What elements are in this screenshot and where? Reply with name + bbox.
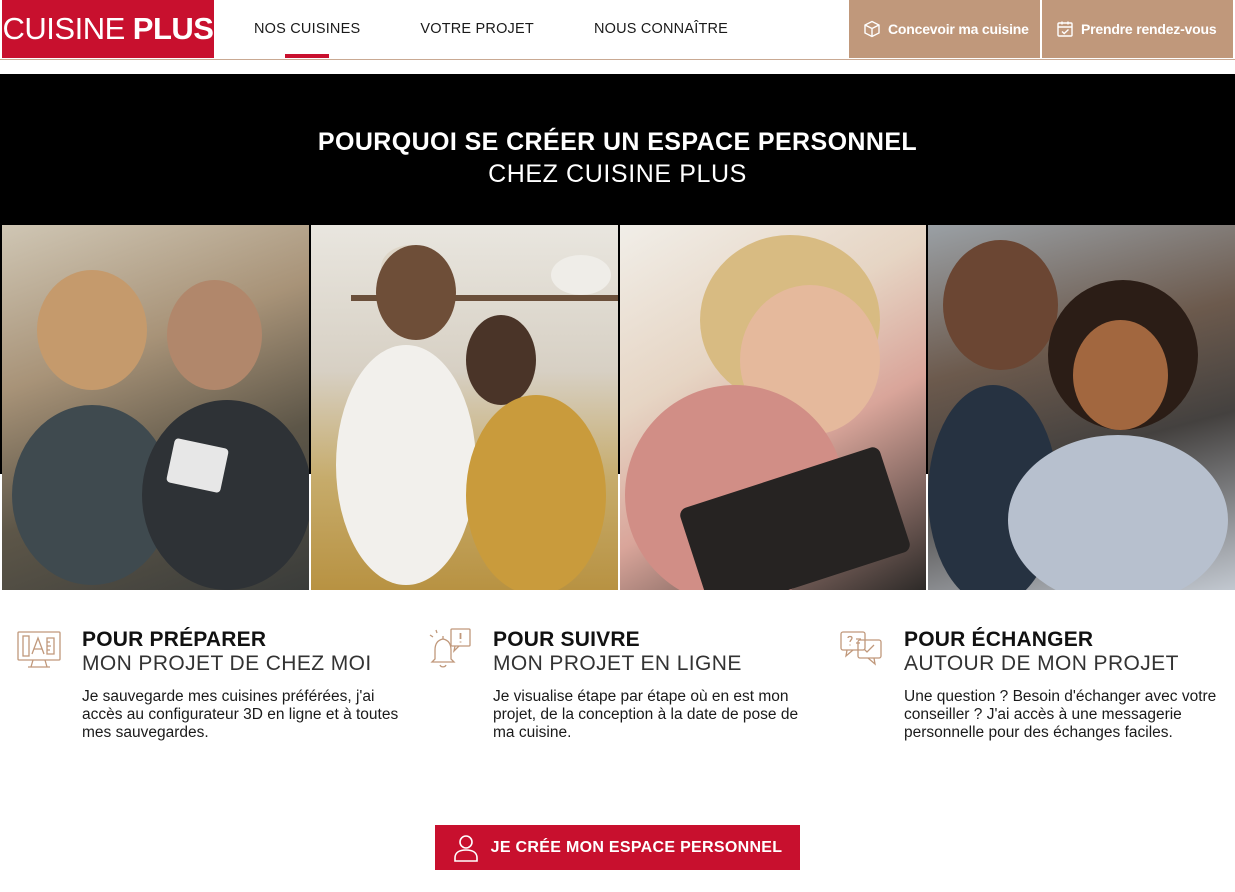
photo-strip (2, 225, 1235, 590)
create-account-button[interactable]: JE CRÉE MON ESPACE PERSONNEL (435, 825, 800, 870)
feature-follow-subtitle: MON PROJET EN LIGNE (493, 652, 742, 675)
brand-name-light: CUISINE (2, 11, 126, 46)
hero-title-line1: POURQUOI SE CRÉER UN ESPACE PERSONNEL (317, 128, 918, 156)
hero-title: POURQUOI SE CRÉER UN ESPACE PERSONNEL CH… (0, 128, 1235, 189)
chat-bubbles-icon (840, 631, 882, 666)
brand-logo[interactable]: CUISINE PLUS (2, 0, 214, 58)
features-section: POUR PRÉPARER MON PROJET DE CHEZ MOI Je … (0, 626, 1235, 786)
design-kitchen-label: Concevoir ma cuisine (888, 21, 1029, 37)
feature-follow-text: POUR SUIVRE MON PROJET EN LIGNE Je visua… (493, 628, 823, 742)
feature-exchange-text: POUR ÉCHANGER AUTOUR DE MON PROJET Une q… (904, 628, 1234, 742)
photo-couple-kitchen (310, 225, 618, 590)
computer-design-icon (17, 631, 61, 668)
feature-exchange-description: Une question ? Besoin d'échanger avec vo… (904, 688, 1217, 741)
photo-couple-phone (2, 225, 309, 590)
appointment-label: Prendre rendez-vous (1081, 21, 1217, 37)
create-account-label: JE CRÉE MON ESPACE PERSONNEL (490, 838, 783, 856)
calendar-check-icon (1057, 21, 1073, 37)
photo-couple-laughing (928, 225, 1235, 590)
nav-item-nos-cuisines[interactable]: NOS CUISINES (224, 0, 390, 58)
feature-prepare-description: Je sauvegarde mes cuisines préférées, j'… (82, 688, 399, 741)
feature-prepare-subtitle: MON PROJET DE CHEZ MOI (82, 652, 372, 675)
feature-exchange-title: POUR ÉCHANGER (904, 628, 1094, 651)
photo-woman-toaster (619, 225, 927, 590)
nav-item-nous-connaitre[interactable]: NOUS CONNAÎTRE (564, 0, 758, 58)
appointment-button[interactable]: Prendre rendez-vous (1042, 0, 1233, 58)
brand-name-bold: PLUS (132, 11, 214, 46)
cube-icon (864, 20, 880, 38)
site-header: CUISINE PLUS NOS CUISINES VOTRE PROJET N… (0, 0, 1235, 60)
hero-title-line2: CHEZ CUISINE PLUS (488, 160, 747, 188)
feature-prepare-text: POUR PRÉPARER MON PROJET DE CHEZ MOI Je … (82, 628, 412, 742)
notification-bell-icon (429, 628, 471, 668)
feature-follow-description: Je visualise étape par étape où en est m… (493, 688, 799, 741)
feature-follow-title: POUR SUIVRE (493, 628, 640, 651)
main-nav: NOS CUISINES VOTRE PROJET NOUS CONNAÎTRE (224, 0, 758, 58)
design-kitchen-button[interactable]: Concevoir ma cuisine (849, 0, 1040, 58)
feature-exchange-subtitle: AUTOUR DE MON PROJET (904, 652, 1179, 675)
feature-prepare-title: POUR PRÉPARER (82, 628, 267, 651)
nav-item-votre-projet[interactable]: VOTRE PROJET (390, 0, 564, 58)
user-icon (453, 834, 478, 862)
